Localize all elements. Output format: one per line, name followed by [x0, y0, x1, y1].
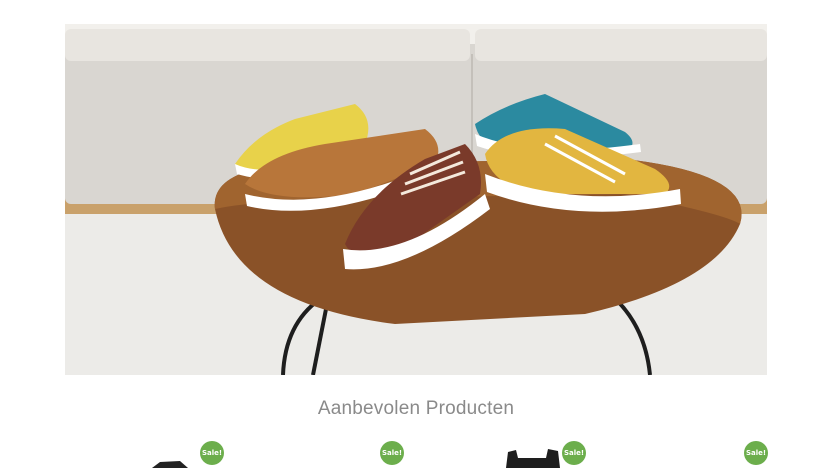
- sale-badge: Sale!: [380, 441, 404, 465]
- product-card[interactable]: Sale!: [444, 438, 604, 468]
- sale-badge: Sale!: [200, 441, 224, 465]
- sale-badge: Sale!: [744, 441, 768, 465]
- product-card[interactable]: Sale!: [626, 438, 786, 468]
- product-card[interactable]: Sale!: [80, 438, 240, 468]
- product-thumbnail[interactable]: [150, 458, 190, 468]
- section-title-featured-products: Aanbevolen Producten: [317, 398, 515, 419]
- product-card[interactable]: Sale!: [262, 438, 422, 468]
- product-thumbnail[interactable]: [502, 446, 564, 468]
- sale-badge: Sale!: [562, 441, 586, 465]
- hero-illustration: [65, 24, 767, 375]
- hero-banner-image: [65, 24, 767, 375]
